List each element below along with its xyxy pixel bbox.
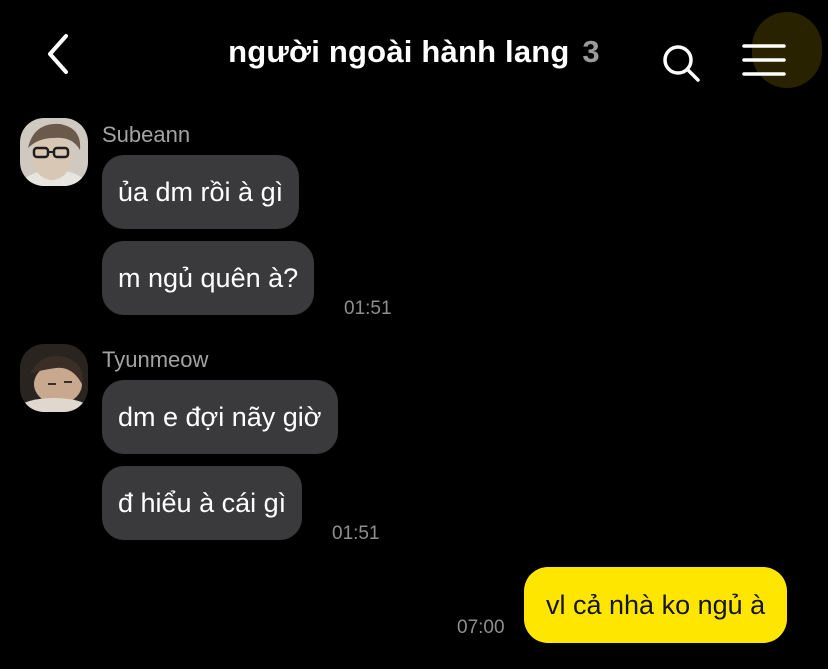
sender-name: Tyunmeow [102,347,209,372]
avatar-tyunmeow[interactable] [20,344,88,412]
search-button[interactable] [660,42,702,84]
chat-header: người ngoài hành lang 3 [0,0,828,100]
sender-name: Subeann [102,122,191,147]
chat-title: người ngoài hành lang 3 [0,34,828,70]
profile-photo-icon [20,118,88,186]
avatar-subeann[interactable] [20,118,88,186]
message-timestamp: 01:51 [344,298,392,319]
message-bubble[interactable]: đ hiểu à cái gì [102,466,303,540]
chat-title-text: người ngoài hành lang [228,34,570,69]
search-icon [663,45,700,82]
profile-photo-icon [20,344,88,412]
message-bubble[interactable]: dm e đợi nãy giờ [102,380,338,454]
menu-button[interactable] [740,42,788,78]
my-message-bubble[interactable]: vl cả nhà ko ngủ à [524,567,788,643]
message-timestamp: 01:51 [332,523,380,544]
message-bubble[interactable]: m ngủ quên à? [102,241,315,315]
message-bubble[interactable]: ủa dm rồi à gì [102,155,300,229]
member-count: 3 [582,34,600,69]
hamburger-menu-icon [742,44,786,76]
my-message-timestamp: 07:00 [457,617,505,638]
